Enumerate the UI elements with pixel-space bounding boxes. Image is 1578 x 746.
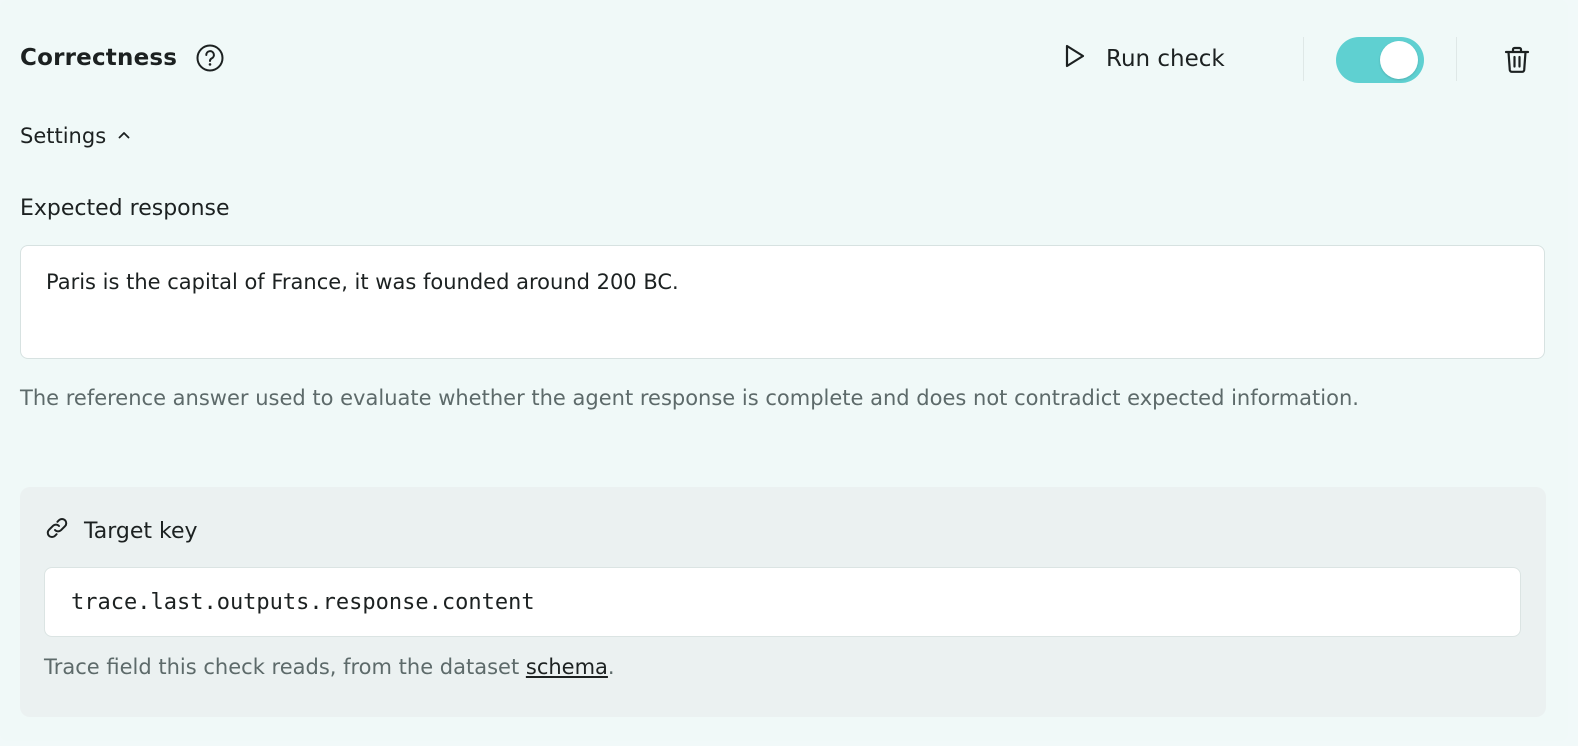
target-key-header: Target key (44, 515, 198, 547)
trash-icon[interactable] (1500, 43, 1534, 77)
chevron-up-icon (116, 124, 132, 148)
target-key-helper-text: Trace field this check reads, from the d… (44, 655, 526, 679)
check-header: Correctness Run check (20, 37, 1550, 83)
header-divider (1303, 37, 1304, 81)
target-key-panel: Target key trace.last.outputs.response.c… (20, 487, 1546, 717)
toggle-knob (1380, 41, 1418, 79)
expected-response-field[interactable]: Paris is the capital of France, it was f… (20, 245, 1545, 359)
enable-toggle[interactable] (1336, 37, 1424, 83)
settings-toggle[interactable]: Settings (20, 124, 132, 148)
run-check-label: Run check (1106, 46, 1225, 72)
play-icon (1060, 42, 1088, 76)
title-group: Correctness (20, 43, 225, 73)
target-key-input[interactable]: trace.last.outputs.response.content (44, 567, 1521, 637)
expected-response-label: Expected response (20, 196, 230, 221)
settings-label: Settings (20, 124, 107, 148)
run-check-button[interactable]: Run check (1060, 37, 1225, 81)
question-circle-icon[interactable] (195, 43, 225, 73)
target-key-helper: Trace field this check reads, from the d… (44, 655, 615, 679)
check-title: Correctness (20, 45, 178, 71)
link-icon (44, 515, 70, 547)
target-key-label: Target key (84, 518, 198, 544)
header-divider (1456, 37, 1457, 81)
expected-response-helper: The reference answer used to evaluate wh… (20, 386, 1359, 410)
target-key-helper-suffix: . (607, 655, 615, 679)
check-card: Correctness Run check Settings Expected … (0, 0, 1568, 741)
schema-link[interactable]: schema (526, 655, 608, 679)
